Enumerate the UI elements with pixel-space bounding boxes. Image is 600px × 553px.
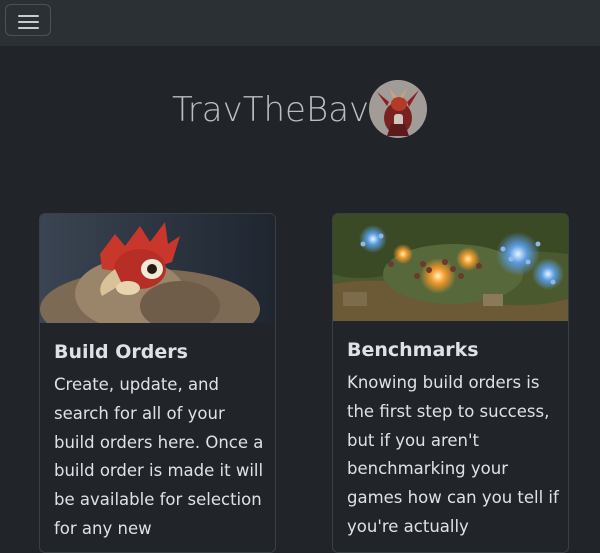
benchmarks-card[interactable]: Benchmarks Knowing build orders is the f… <box>332 213 569 553</box>
card-text: Knowing build orders is the first step t… <box>347 373 559 536</box>
build-orders-image <box>40 214 275 323</box>
menu-toggle-button[interactable] <box>5 4 51 36</box>
site-title[interactable]: TravTheBav <box>172 90 369 130</box>
avatar <box>369 80 427 138</box>
navbar <box>0 0 600 46</box>
card-title: Build Orders <box>54 341 188 363</box>
build-orders-card[interactable]: Build Orders Create, update, and search … <box>39 213 276 553</box>
card-title: Benchmarks <box>347 339 479 361</box>
brand-header: TravTheBav <box>0 78 600 142</box>
dragon-avatar-icon <box>369 80 427 138</box>
benchmarks-image <box>333 214 568 321</box>
card-text: Create, update, and search for all of yo… <box>54 375 264 538</box>
